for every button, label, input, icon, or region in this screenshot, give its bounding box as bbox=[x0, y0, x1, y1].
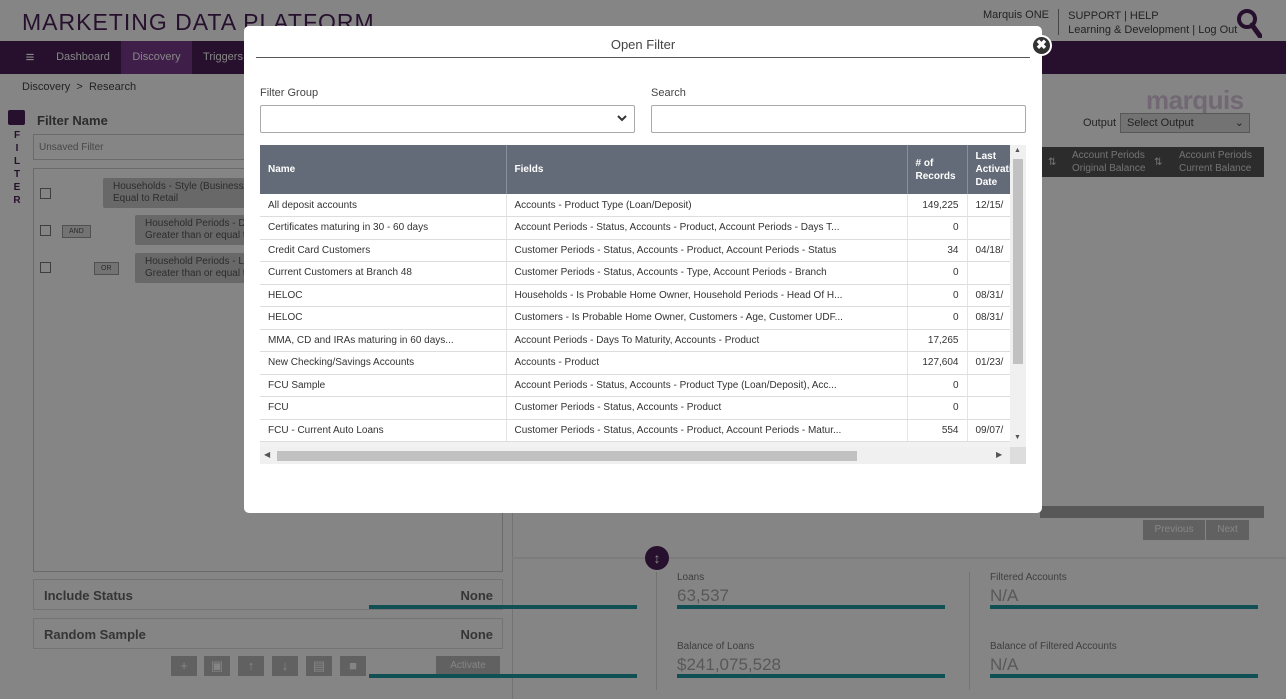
table-row[interactable]: FCU - Current Auto Loans Customer Periods… bbox=[260, 419, 1026, 442]
title-underline bbox=[256, 57, 1030, 58]
column-header-records[interactable]: # of Records bbox=[907, 145, 968, 194]
scroll-thumb[interactable] bbox=[277, 451, 857, 461]
table-row[interactable]: FCU Customer Periods - Status, Accounts -… bbox=[260, 396, 1026, 420]
table-row[interactable]: All deposit accounts Accounts - Product T… bbox=[260, 194, 1026, 217]
open-filter-dialog: Open Filter Filter Group Search Name Fie… bbox=[244, 26, 1042, 513]
table-row[interactable]: Credit Card Customers Customer Periods - … bbox=[260, 239, 1026, 262]
column-header-fields[interactable]: Fields bbox=[506, 145, 908, 194]
filter-group-select[interactable] bbox=[260, 105, 635, 133]
cell-records: 34 bbox=[907, 239, 968, 262]
cell-name: FCU Sample bbox=[260, 374, 507, 397]
table-row[interactable]: HELOC Households - Is Probable Home Owner… bbox=[260, 284, 1026, 307]
cell-records: 0 bbox=[907, 374, 968, 397]
table-body: All deposit accounts Accounts - Product T… bbox=[260, 194, 1026, 442]
header-line: Activati bbox=[975, 164, 1012, 175]
cell-name: HELOC bbox=[260, 284, 507, 307]
search-label: Search bbox=[651, 87, 686, 99]
cell-fields: Accounts - Product bbox=[506, 351, 908, 375]
vertical-scrollbar[interactable]: ▲ ▼ bbox=[1010, 145, 1026, 447]
header-line: Date bbox=[975, 177, 998, 188]
cell-name: FCU - Current Auto Loans bbox=[260, 419, 507, 442]
cell-records: 0 bbox=[907, 396, 968, 420]
cell-fields: Account Periods - Status, Accounts - Pro… bbox=[506, 374, 908, 397]
cell-records: 554 bbox=[907, 419, 968, 442]
cell-records: 17,265 bbox=[907, 329, 968, 352]
header-line: Records bbox=[915, 170, 956, 182]
filters-table: Name Fields # of Records Last Activati D… bbox=[260, 145, 1026, 442]
scroll-thumb[interactable] bbox=[1013, 159, 1023, 364]
column-header-name[interactable]: Name bbox=[260, 145, 507, 194]
scrollbar-corner bbox=[1010, 447, 1026, 464]
table-row[interactable]: New Checking/Savings Accounts Accounts - … bbox=[260, 351, 1026, 375]
cell-records: 0 bbox=[907, 284, 968, 307]
cell-name: FCU bbox=[260, 396, 507, 420]
search-input[interactable] bbox=[651, 105, 1026, 133]
cell-fields: Accounts - Product Type (Loan/Deposit) bbox=[506, 194, 908, 217]
table-header-row: Name Fields # of Records Last Activati D… bbox=[260, 145, 1026, 194]
cell-fields: Account Periods - Days To Maturity, Acco… bbox=[506, 329, 908, 352]
cell-records: 127,604 bbox=[907, 351, 968, 375]
chevron-down-icon bbox=[617, 115, 627, 122]
filter-group-label: Filter Group bbox=[260, 87, 319, 99]
scroll-down-icon[interactable]: ▼ bbox=[1014, 434, 1021, 441]
header-line: # of bbox=[915, 157, 934, 169]
cell-records: 0 bbox=[907, 306, 968, 330]
cell-fields: Customer Periods - Status, Accounts - Pr… bbox=[506, 239, 908, 262]
cell-fields: Customer Periods - Status, Accounts - Pr… bbox=[506, 419, 908, 442]
cell-name: New Checking/Savings Accounts bbox=[260, 351, 507, 375]
cell-name: HELOC bbox=[260, 306, 507, 330]
table-row[interactable]: HELOC Customers - Is Probable Home Owner,… bbox=[260, 306, 1026, 330]
table-row[interactable]: Current Customers at Branch 48 Customer P… bbox=[260, 261, 1026, 285]
scroll-right-icon[interactable]: ▶ bbox=[996, 450, 1002, 459]
scroll-left-icon[interactable]: ◀ bbox=[264, 450, 270, 459]
table-row[interactable]: Certificates maturing in 30 - 60 days Acc… bbox=[260, 216, 1026, 240]
cell-records: 0 bbox=[907, 216, 968, 240]
cell-fields: Customer Periods - Status, Accounts - Pr… bbox=[506, 396, 908, 420]
table-row[interactable]: MMA, CD and IRAs maturing in 60 days... A… bbox=[260, 329, 1026, 352]
dialog-title: Open Filter bbox=[610, 37, 676, 52]
cell-name: Credit Card Customers bbox=[260, 239, 507, 262]
cell-name: Current Customers at Branch 48 bbox=[260, 261, 507, 285]
cell-fields: Account Periods - Status, Accounts - Pro… bbox=[506, 216, 908, 240]
cell-records: 0 bbox=[907, 261, 968, 285]
cell-name: MMA, CD and IRAs maturing in 60 days... bbox=[260, 329, 507, 352]
cell-name: All deposit accounts bbox=[260, 194, 507, 217]
scroll-up-icon[interactable]: ▲ bbox=[1014, 147, 1021, 154]
cell-fields: Customer Periods - Status, Accounts - Ty… bbox=[506, 261, 908, 285]
horizontal-scrollbar[interactable]: ◀ ▶ bbox=[260, 447, 1010, 464]
filters-table-container: Name Fields # of Records Last Activati D… bbox=[260, 145, 1026, 464]
cell-name: Certificates maturing in 30 - 60 days bbox=[260, 216, 507, 240]
cell-fields: Households - Is Probable Home Owner, Hou… bbox=[506, 284, 908, 307]
cell-records: 149,225 bbox=[907, 194, 968, 217]
header-line: Last bbox=[975, 151, 997, 162]
cell-fields: Customers - Is Probable Home Owner, Cust… bbox=[506, 306, 908, 330]
close-icon[interactable]: ✖ bbox=[1031, 35, 1052, 56]
table-row[interactable]: FCU Sample Account Periods - Status, Acco… bbox=[260, 374, 1026, 397]
